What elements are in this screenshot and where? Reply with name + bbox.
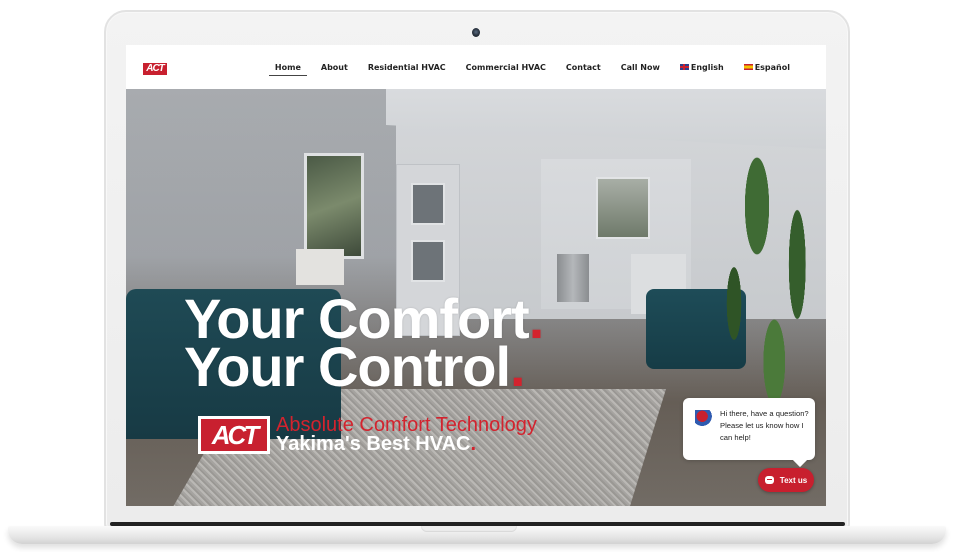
hero-bg-window — [304, 153, 364, 259]
nav-commercial-hvac[interactable]: Commercial HVAC — [456, 45, 556, 89]
nav-contact[interactable]: Contact — [556, 45, 611, 89]
spain-flag-icon — [743, 64, 753, 70]
act-logo: ACT — [198, 416, 270, 454]
nav-lang-english[interactable]: English — [670, 45, 734, 89]
nav-lang-espanol[interactable]: Español — [734, 45, 800, 89]
chat-icon — [764, 476, 774, 484]
accent-dot: . — [528, 287, 545, 350]
headline-line-2: Your Control. — [184, 335, 526, 398]
hero-bg-dishwasher — [557, 254, 589, 302]
nav-residential-hvac[interactable]: Residential HVAC — [358, 45, 456, 89]
nav-home-label: Home — [274, 62, 301, 72]
site-header: ACT Home About Residential HVAC Commerci… — [126, 45, 826, 89]
hero-bg-lamp — [296, 249, 344, 285]
nav-call-now-label: Call Now — [620, 62, 660, 72]
nav-english-label: English — [690, 62, 724, 72]
nav-contact-label: Contact — [565, 62, 601, 72]
nav-espanol-label: Español — [754, 62, 790, 72]
hero-bg-kitchen-window — [596, 177, 650, 239]
laptop-base — [8, 526, 946, 544]
brand-block: ACT Absolute Comfort Technology Yakima's… — [198, 415, 537, 455]
door-pane — [411, 183, 445, 225]
browser-screen: ACT Home About Residential HVAC Commerci… — [126, 45, 826, 506]
site-logo[interactable]: ACT — [143, 63, 167, 75]
logo-text: ACT — [146, 63, 165, 74]
nav-about[interactable]: About — [311, 45, 358, 89]
chat-message: Hi there, have a question? Please let us… — [720, 409, 809, 442]
nav-commercial-label: Commercial HVAC — [465, 62, 546, 72]
laptop-notch — [421, 526, 517, 532]
nav-about-label: About — [320, 62, 348, 72]
brand-text: Absolute Comfort Technology Yakima's Bes… — [276, 415, 537, 455]
uk-flag-icon — [679, 64, 689, 70]
nav-residential-label: Residential HVAC — [367, 62, 446, 72]
text-us-button[interactable]: Text us — [758, 468, 814, 492]
chat-avatar-logo — [695, 410, 713, 428]
webcam-icon — [472, 28, 480, 37]
nav-home[interactable]: Home — [265, 45, 311, 89]
main-menu: Home About Residential HVAC Commercial H… — [265, 45, 800, 89]
door-pane — [411, 240, 445, 282]
accent-dot: . — [470, 433, 477, 455]
hero-section: Your Comfort. Your Control. ACT Absolute… — [126, 89, 826, 506]
nav-call-now[interactable]: Call Now — [611, 45, 670, 89]
hero-headline: Your Comfort. Your Control. — [184, 291, 544, 398]
brand-tagline: Yakima's Best HVAC. — [276, 433, 477, 455]
chat-greeting-bubble[interactable]: Hi there, have a question? Please let us… — [683, 398, 815, 460]
accent-dot: . — [510, 335, 526, 398]
text-us-label: Text us — [779, 475, 808, 485]
